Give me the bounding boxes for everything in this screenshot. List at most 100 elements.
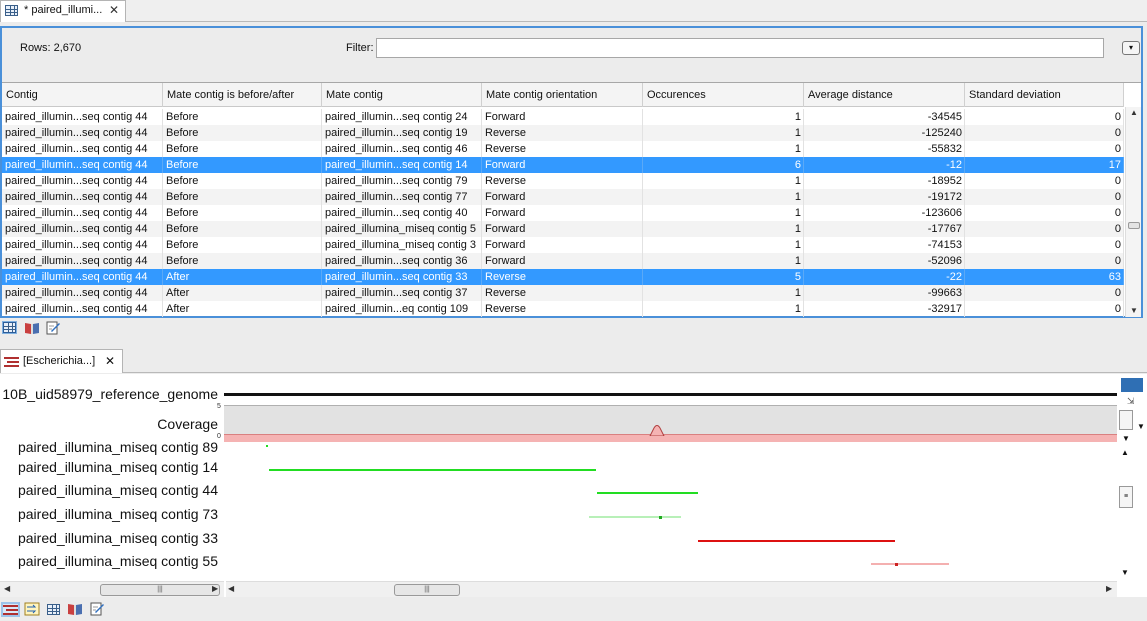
contig-alignment-line[interactable] xyxy=(266,445,268,447)
table-vertical-scrollbar[interactable]: ▲ ▼ xyxy=(1125,107,1141,317)
table-cell: Forward xyxy=(482,109,643,125)
table-cell: Before xyxy=(163,109,322,125)
vertical-zoom-thumb[interactable] xyxy=(1119,410,1133,430)
contig-alignment-line[interactable] xyxy=(698,540,895,542)
table-editor-tab[interactable]: * paired_illumi... ✕ xyxy=(0,0,126,22)
column-header[interactable]: Contig xyxy=(2,83,163,107)
contig-alignment-line[interactable] xyxy=(597,492,698,494)
table-cell: 0 xyxy=(965,125,1124,141)
table-icon xyxy=(5,5,18,16)
table-cell: 1 xyxy=(643,301,804,317)
column-header[interactable]: Mate contig orientation xyxy=(482,83,643,107)
contig-marker xyxy=(659,516,662,519)
scroll-down-icon[interactable]: ▼ xyxy=(1121,568,1129,577)
track-view-icon[interactable] xyxy=(3,604,18,615)
scroll-down-icon[interactable]: ▼ xyxy=(1122,434,1130,443)
book-icon[interactable] xyxy=(24,321,40,335)
table-view-icon[interactable] xyxy=(3,322,16,333)
table-cell: -19172 xyxy=(804,189,965,205)
settings-dropdown-icon[interactable]: ▼ xyxy=(1137,422,1145,431)
scroll-right-icon[interactable]: ▶ xyxy=(212,584,218,593)
table-row[interactable]: paired_illumin...seq contig 44 After paire… xyxy=(2,269,1124,285)
column-header[interactable]: Standard deviation xyxy=(965,83,1124,107)
track-scroll-thumb[interactable]: ≡ xyxy=(1119,486,1133,508)
edit-document-icon[interactable] xyxy=(45,321,61,335)
arrow-list-icon[interactable] xyxy=(24,602,40,616)
table-cell: paired_illumin...seq contig 44 xyxy=(2,173,163,189)
table-cell: Before xyxy=(163,253,322,269)
table-cell: -32917 xyxy=(804,301,965,317)
table-row[interactable]: paired_illumin...seq contig 44 Before pair… xyxy=(2,221,1124,237)
scroll-right-icon[interactable]: ▶ xyxy=(1106,584,1112,593)
rows-count: Rows: 2,670 xyxy=(20,42,82,54)
table-cell: Forward xyxy=(482,221,643,237)
table-cell: Before xyxy=(163,173,322,189)
column-header[interactable]: Mate contig is before/after xyxy=(163,83,322,107)
table-row[interactable]: paired_illumin...seq contig 44 Before pair… xyxy=(2,125,1124,141)
table-row[interactable]: paired_illumin...seq contig 44 Before pair… xyxy=(2,189,1124,205)
table-cell: -125240 xyxy=(804,125,965,141)
collapse-icon[interactable]: ⇲ xyxy=(1127,396,1135,407)
scroll-left-icon[interactable]: ◀ xyxy=(4,584,10,593)
table-cell: 0 xyxy=(965,205,1124,221)
scroll-thumb[interactable] xyxy=(1128,222,1140,229)
track-view-tab[interactable]: [Escherichia...] ✕ xyxy=(0,349,123,373)
table-cell: paired_illumin...seq contig 44 xyxy=(2,221,163,237)
table-cell: 1 xyxy=(643,253,804,269)
table-cell: -12 xyxy=(804,157,965,173)
table-cell: 0 xyxy=(965,173,1124,189)
table-cell: 5 xyxy=(643,269,804,285)
close-tab-icon[interactable]: ✕ xyxy=(109,3,119,17)
table-cell: Reverse xyxy=(482,125,643,141)
scroll-thumb[interactable]: ||| xyxy=(394,584,460,596)
contig-track-label: paired_illumina_miseq contig 89 xyxy=(17,439,218,455)
column-header[interactable]: Average distance xyxy=(804,83,965,107)
coverage-peak xyxy=(649,425,665,436)
table-cell: paired_illumin...seq contig 44 xyxy=(2,141,163,157)
contig-alignment-line[interactable] xyxy=(871,563,949,565)
table-row[interactable]: paired_illumin...seq contig 44 Before pair… xyxy=(2,205,1124,221)
filter-label: Filter: xyxy=(346,42,374,54)
column-header[interactable]: Occurences xyxy=(643,83,804,107)
table-row[interactable]: paired_illumin...seq contig 44 Before pair… xyxy=(2,157,1124,173)
scroll-up-icon[interactable]: ▲ xyxy=(1121,448,1129,457)
table-cell: 0 xyxy=(965,253,1124,269)
scroll-thumb[interactable]: ||| xyxy=(100,584,220,596)
table-cell: Reverse xyxy=(482,301,643,317)
scroll-down-icon[interactable]: ▼ xyxy=(1126,305,1142,317)
table-row[interactable]: paired_illumin...seq contig 44 Before pair… xyxy=(2,253,1124,269)
table-cell: paired_illumin...seq contig 77 xyxy=(322,189,482,205)
data-table: Contig Mate contig is before/after Mate co… xyxy=(2,82,1141,317)
track-side-controls: ⇲ ▼ ▼ ▲ ≡ ▼ xyxy=(1117,376,1147,581)
contig-alignment-line[interactable] xyxy=(269,469,596,471)
book-icon[interactable] xyxy=(67,602,83,616)
table-row[interactable]: paired_illumin...seq contig 44 Before pair… xyxy=(2,109,1124,125)
close-tab-icon[interactable]: ✕ xyxy=(105,354,115,368)
track-horizontal-scrollbar[interactable]: ◀ ||| ▶ xyxy=(226,581,1117,597)
table-cell: 1 xyxy=(643,237,804,253)
table-cell: Before xyxy=(163,157,322,173)
coverage-max-tick: 5 xyxy=(217,403,221,410)
label-horizontal-scrollbar[interactable]: ◀ ||| ▶ xyxy=(0,581,224,597)
table-view-icon[interactable] xyxy=(47,604,60,615)
contig-alignment-line[interactable] xyxy=(589,516,681,518)
table-row[interactable]: paired_illumin...seq contig 44 After paire… xyxy=(2,285,1124,301)
edit-document-icon[interactable] xyxy=(89,602,105,616)
column-header[interactable]: Mate contig xyxy=(322,83,482,107)
table-cell: Reverse xyxy=(482,173,643,189)
contig-marker xyxy=(895,563,898,566)
track-view-toolbar xyxy=(0,600,1147,620)
track-list-icon xyxy=(4,356,19,367)
table-cell: paired_illumin...seq contig 44 xyxy=(2,109,163,125)
table-row[interactable]: paired_illumin...seq contig 44 Before pair… xyxy=(2,173,1124,189)
table-cell: After xyxy=(163,285,322,301)
table-cell: 0 xyxy=(965,221,1124,237)
scroll-left-icon[interactable]: ◀ xyxy=(228,584,234,593)
table-row[interactable]: paired_illumin...seq contig 44 After paire… xyxy=(2,301,1124,317)
table-cell: Reverse xyxy=(482,285,643,301)
scroll-up-icon[interactable]: ▲ xyxy=(1126,107,1142,119)
table-row[interactable]: paired_illumin...seq contig 44 Before pair… xyxy=(2,237,1124,253)
filter-input[interactable] xyxy=(376,38,1104,58)
filter-options-dropdown-icon[interactable]: ▾ xyxy=(1122,41,1140,55)
table-row[interactable]: paired_illumin...seq contig 44 Before pair… xyxy=(2,141,1124,157)
